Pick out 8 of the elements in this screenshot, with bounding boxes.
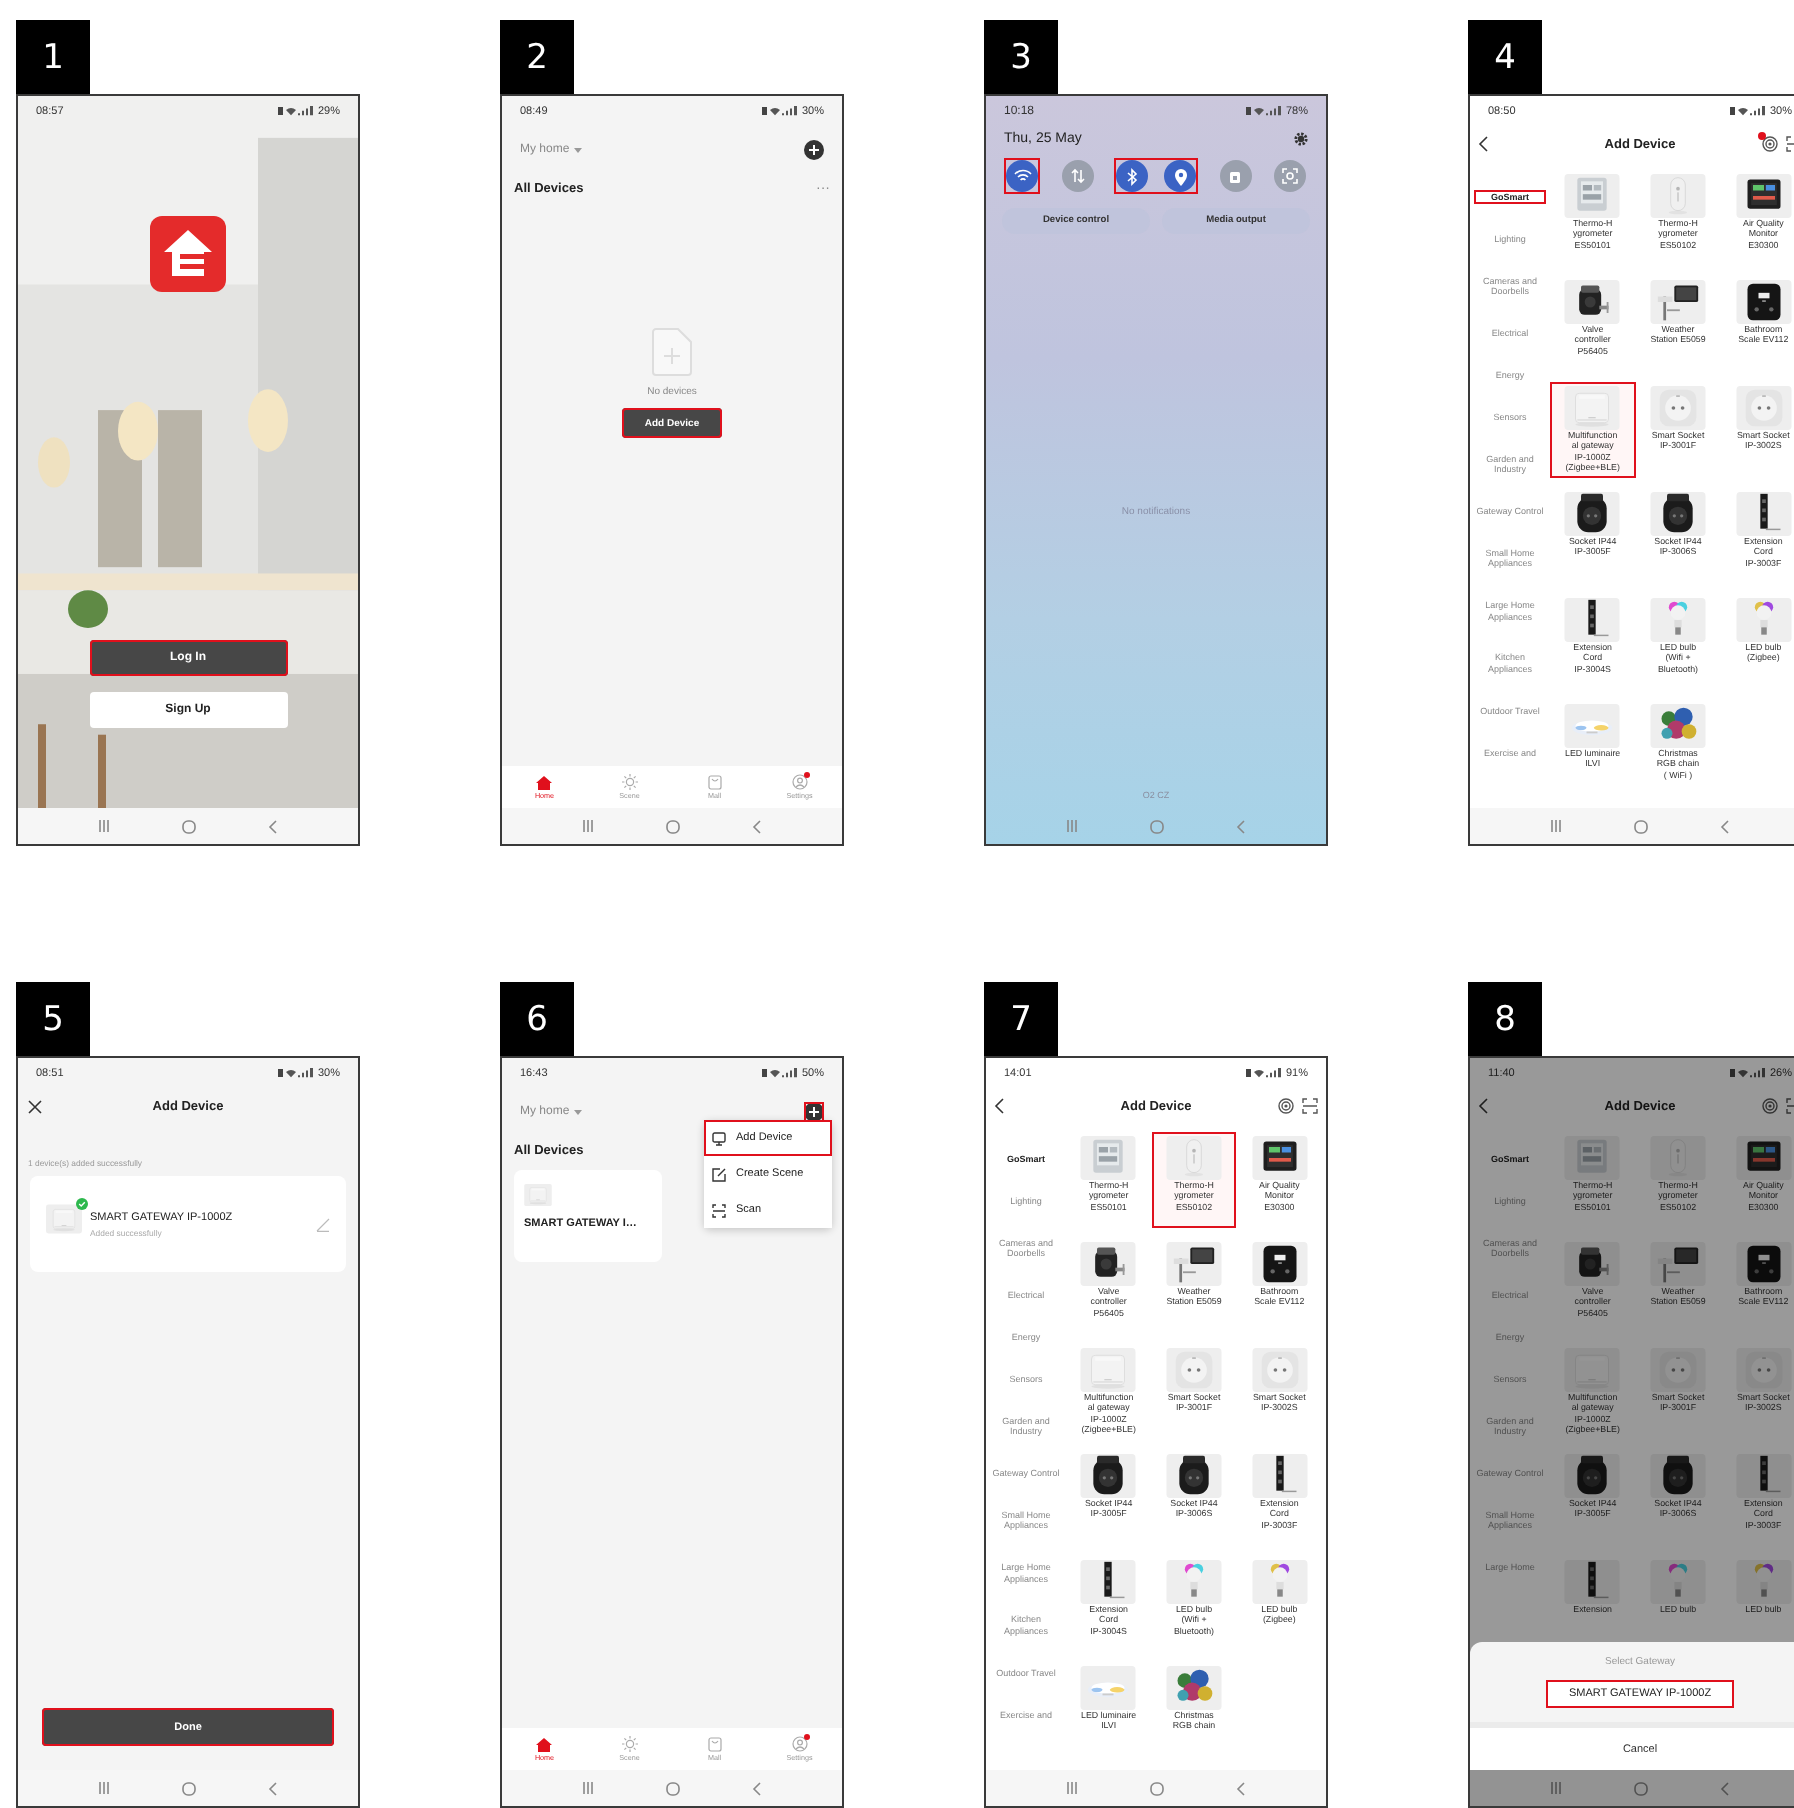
step-number: 3 [984, 20, 1058, 94]
step-number: 5 [16, 982, 90, 1056]
step-number: 2 [500, 20, 574, 94]
step-number: 1 [16, 20, 90, 94]
step-number: 4 [1468, 20, 1542, 94]
step-number: 7 [984, 982, 1058, 1056]
step-number: 6 [500, 982, 574, 1056]
step-number: 8 [1468, 982, 1542, 1056]
